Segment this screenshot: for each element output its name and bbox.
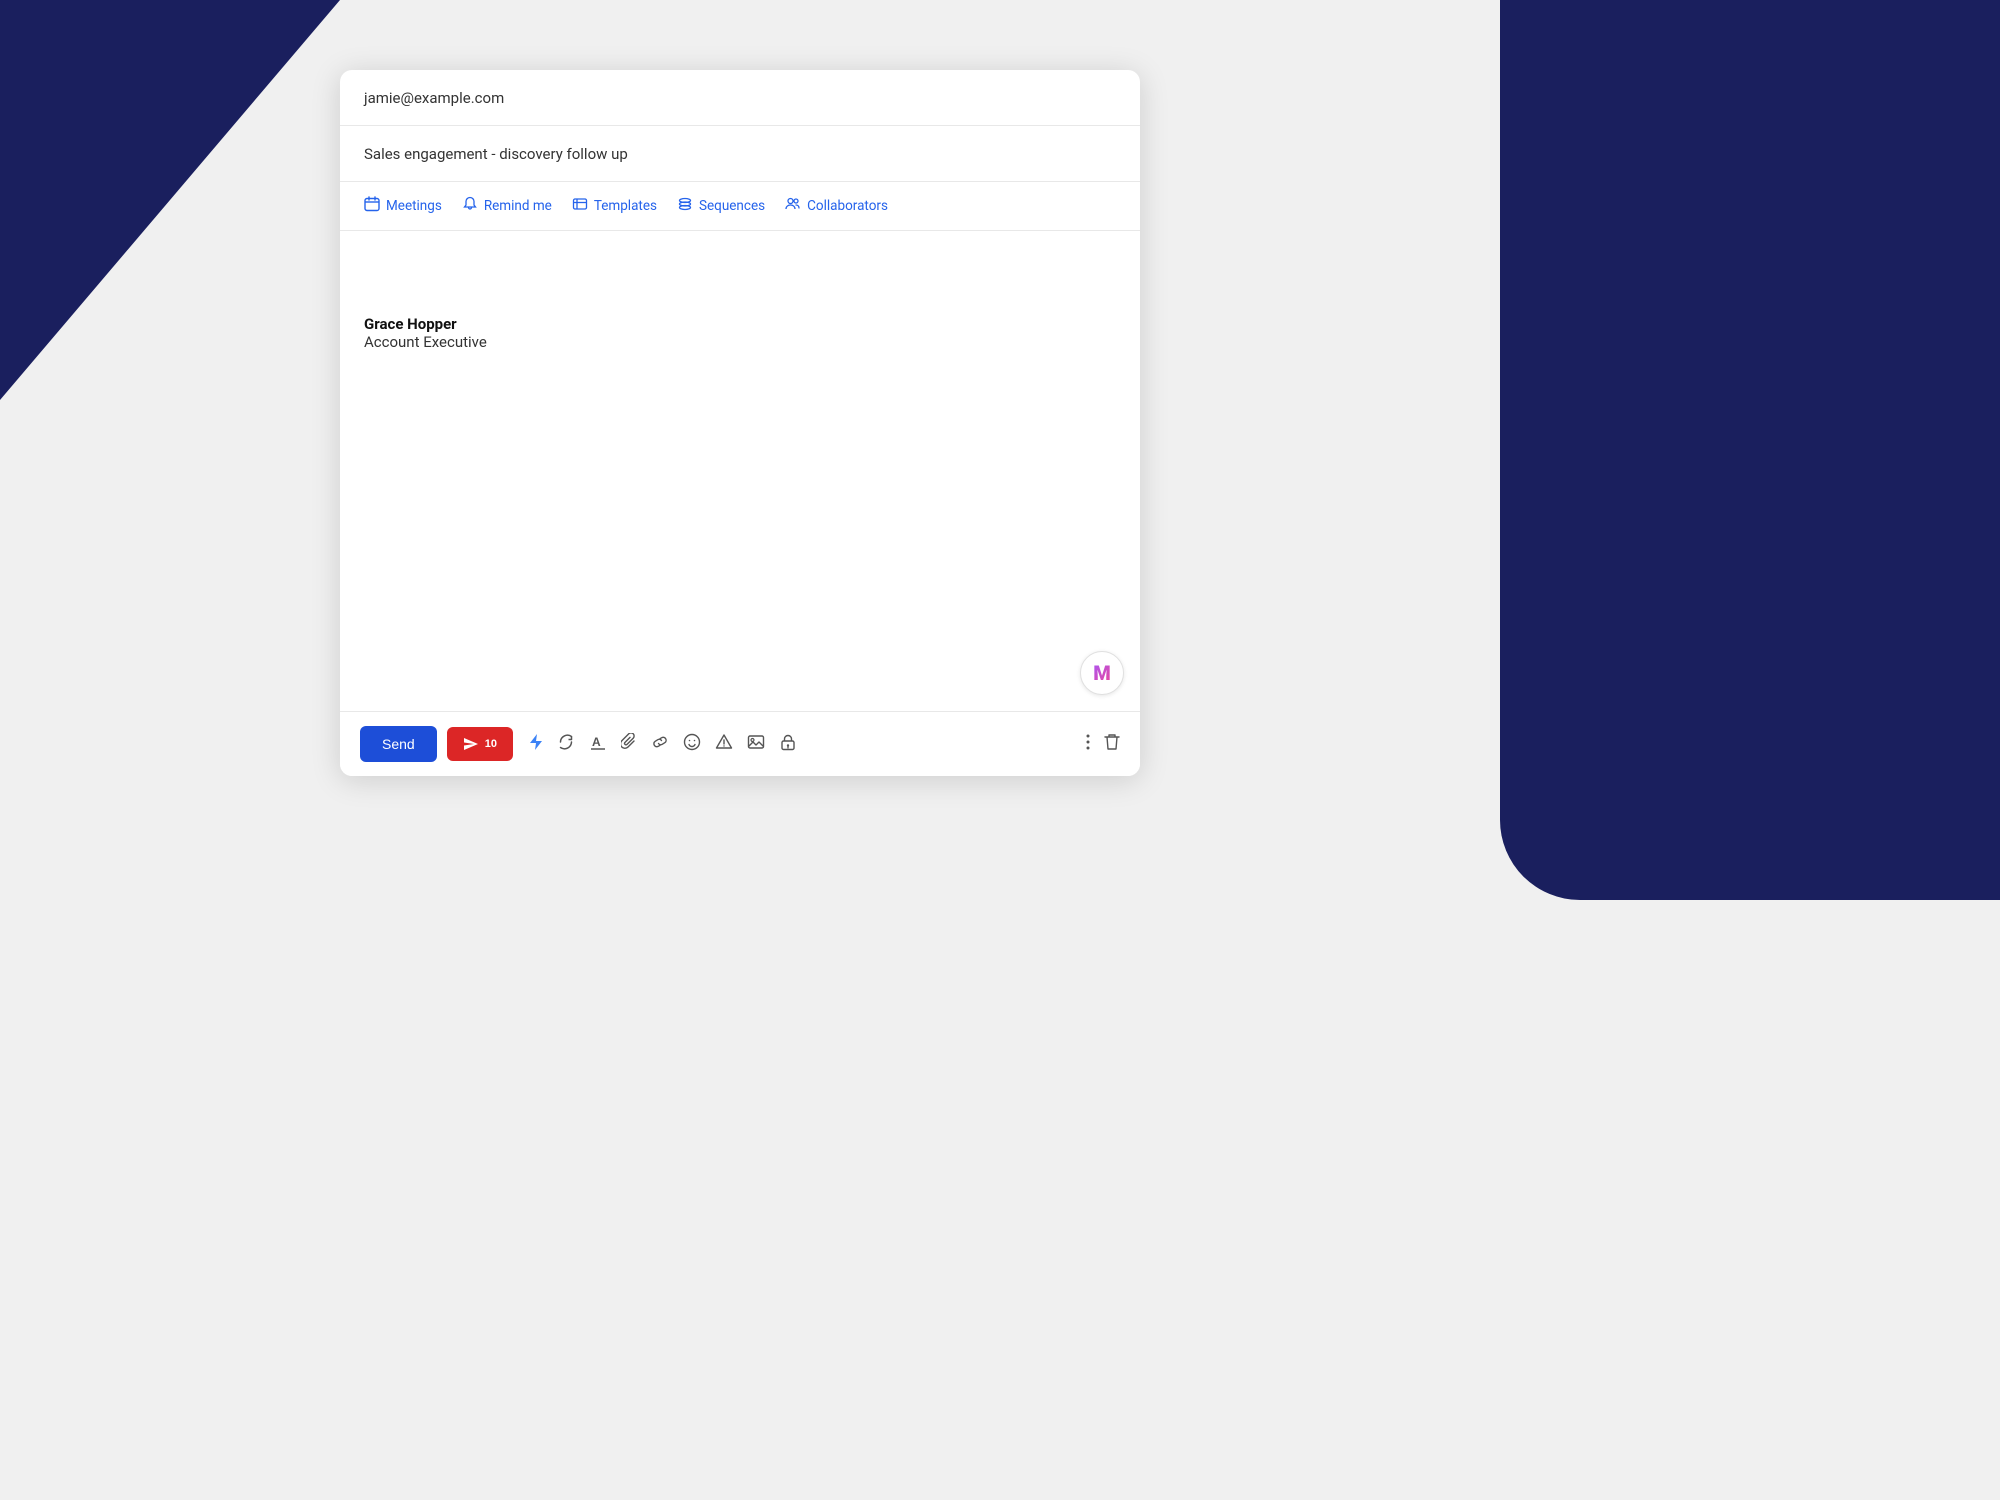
alert-icon[interactable] [715, 733, 733, 756]
send-button[interactable]: Send [360, 726, 437, 762]
compose-body[interactable]: Grace Hopper Account Executive M [340, 231, 1140, 711]
to-field-row: jamie@example.com [340, 70, 1140, 126]
compose-footer: Send 10 [340, 711, 1140, 776]
templates-button[interactable]: Templates [572, 196, 657, 216]
email-signature: Grace Hopper Account Executive [364, 315, 1116, 351]
avatar: M [1080, 651, 1124, 695]
paperclip-icon[interactable] [621, 733, 637, 756]
to-address: jamie@example.com [364, 89, 504, 107]
more-options-button[interactable] [1086, 733, 1090, 756]
meetings-button[interactable]: Meetings [364, 196, 442, 216]
remind-me-label: Remind me [484, 198, 552, 214]
image-icon[interactable] [747, 733, 765, 756]
bg-shape-right [1500, 0, 2000, 900]
collaborators-icon [785, 196, 801, 216]
compose-window: jamie@example.com Sales engagement - dis… [340, 70, 1140, 776]
track-number: 10 [485, 738, 497, 750]
sequences-icon [677, 196, 693, 216]
lock-icon[interactable] [779, 733, 797, 756]
text-format-icon[interactable]: A [589, 733, 607, 756]
templates-label: Templates [594, 198, 657, 214]
signature-name: Grace Hopper [364, 315, 1116, 333]
footer-icons: A [529, 733, 1076, 756]
sequences-label: Sequences [699, 198, 765, 214]
sequences-button[interactable]: Sequences [677, 196, 765, 216]
subject-field-row: Sales engagement - discovery follow up [340, 126, 1140, 182]
svg-text:A: A [592, 735, 601, 749]
send-icon [463, 737, 479, 751]
bell-icon [462, 196, 478, 216]
refresh-icon[interactable] [557, 733, 575, 756]
compose-toolbar: Meetings Remind me Templates [340, 182, 1140, 231]
remind-me-button[interactable]: Remind me [462, 196, 552, 216]
link-icon[interactable] [651, 733, 669, 756]
lightning-icon[interactable] [529, 733, 543, 756]
bg-shape-left [0, 0, 340, 400]
subject-text: Sales engagement - discovery follow up [364, 145, 628, 163]
templates-icon [572, 196, 588, 216]
calendar-icon [364, 196, 380, 216]
send-track-button[interactable]: 10 [447, 727, 513, 761]
footer-right-actions [1086, 733, 1120, 756]
avatar-letter: M [1093, 661, 1111, 685]
delete-button[interactable] [1104, 733, 1120, 756]
emoji-icon[interactable] [683, 733, 701, 756]
collaborators-button[interactable]: Collaborators [785, 196, 888, 216]
collaborators-label: Collaborators [807, 198, 888, 214]
meetings-label: Meetings [386, 198, 442, 214]
signature-title: Account Executive [364, 333, 1116, 351]
